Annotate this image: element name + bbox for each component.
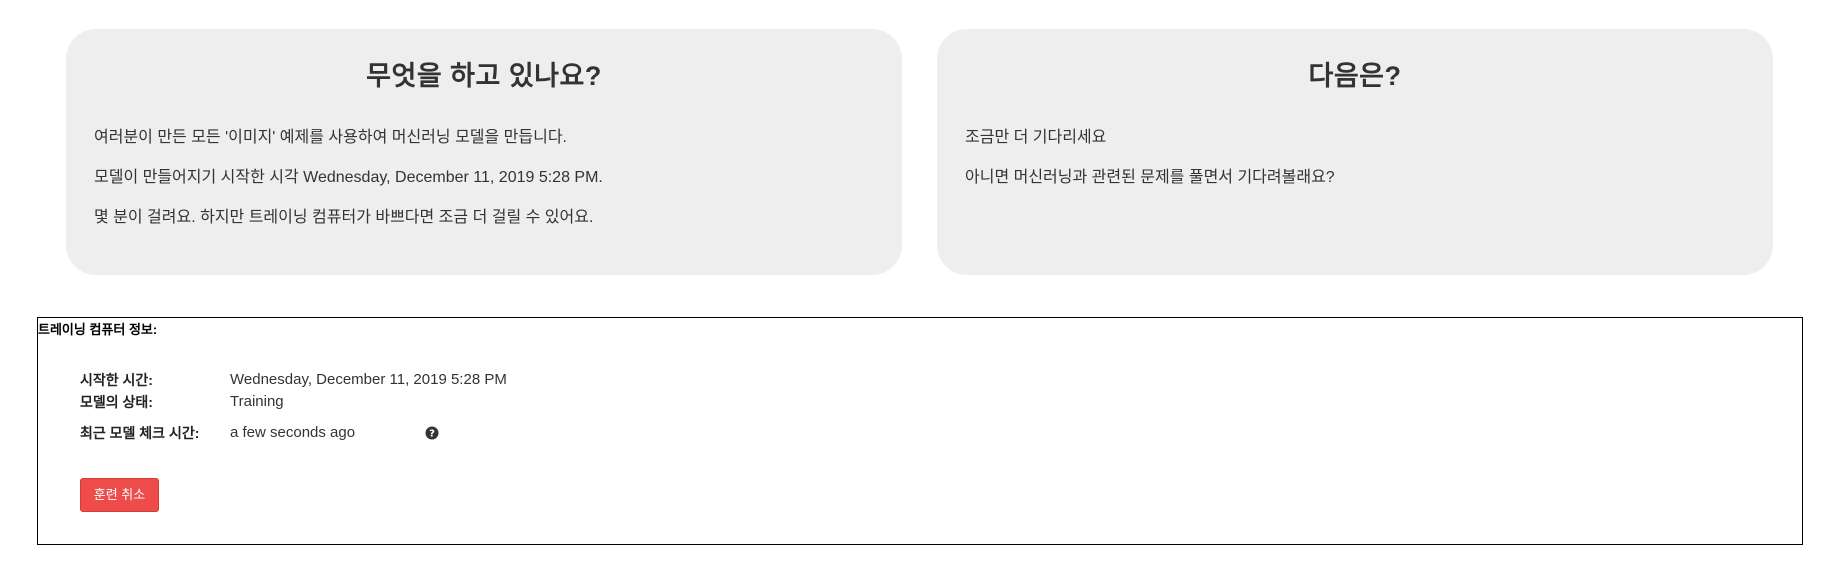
model-status-value: Training <box>230 393 284 410</box>
model-status-label: 모델의 상태: <box>80 394 153 410</box>
what-is-happening-text-1: 여러분이 만든 모든 '이미지' 예제를 사용하여 머신러닝 모델을 만듭니다. <box>94 129 567 146</box>
started-time-value: Wednesday, December 11, 2019 5:28 PM <box>230 371 507 388</box>
started-time-label: 시작한 시간: <box>80 372 153 388</box>
svg-text:?: ? <box>429 429 435 440</box>
status-cards: 무엇을 하고 있나요? 여러분이 만든 모든 '이미지' 예제를 사용하여 머신… <box>66 29 1774 275</box>
last-check-value: a few seconds ago <box>230 424 356 441</box>
question-circle-icon[interactable]: ? <box>425 426 439 440</box>
training-computer-info-panel: 트레이닝 컴퓨터 정보: 시작한 시간: Wednesday, December… <box>37 317 1803 545</box>
whats-next-card: 다음은? 조금만 더 기다리세요 아니면 머신러닝과 관련된 문제를 풀면서 기… <box>937 29 1773 275</box>
last-check-label: 최근 모델 체크 시간: <box>80 425 200 441</box>
training-info-title: 트레이닝 컴퓨터 정보: <box>38 322 158 337</box>
what-is-happening-text-2: 모델이 만들어지기 시작한 시각 Wednesday, December 11,… <box>94 169 603 186</box>
page: 무엇을 하고 있나요? 여러분이 만든 모든 '이미지' 예제를 사용하여 머신… <box>0 0 1830 584</box>
whats-next-text-1: 조금만 더 기다리세요 <box>965 129 1107 146</box>
cancel-training-button[interactable]: 훈련 취소 <box>80 478 159 512</box>
whats-next-text-2: 아니면 머신러닝과 관련된 문제를 풀면서 기다려볼래요? <box>965 169 1335 186</box>
what-is-happening-title: 무엇을 하고 있나요? <box>366 61 602 91</box>
what-is-happening-text-3: 몇 분이 걸려요. 하지만 트레이닝 컴퓨터가 바쁘다면 조금 더 걸릴 수 있… <box>94 209 594 226</box>
what-is-happening-card: 무엇을 하고 있나요? 여러분이 만든 모든 '이미지' 예제를 사용하여 머신… <box>66 29 902 275</box>
whats-next-title: 다음은? <box>1308 61 1402 91</box>
